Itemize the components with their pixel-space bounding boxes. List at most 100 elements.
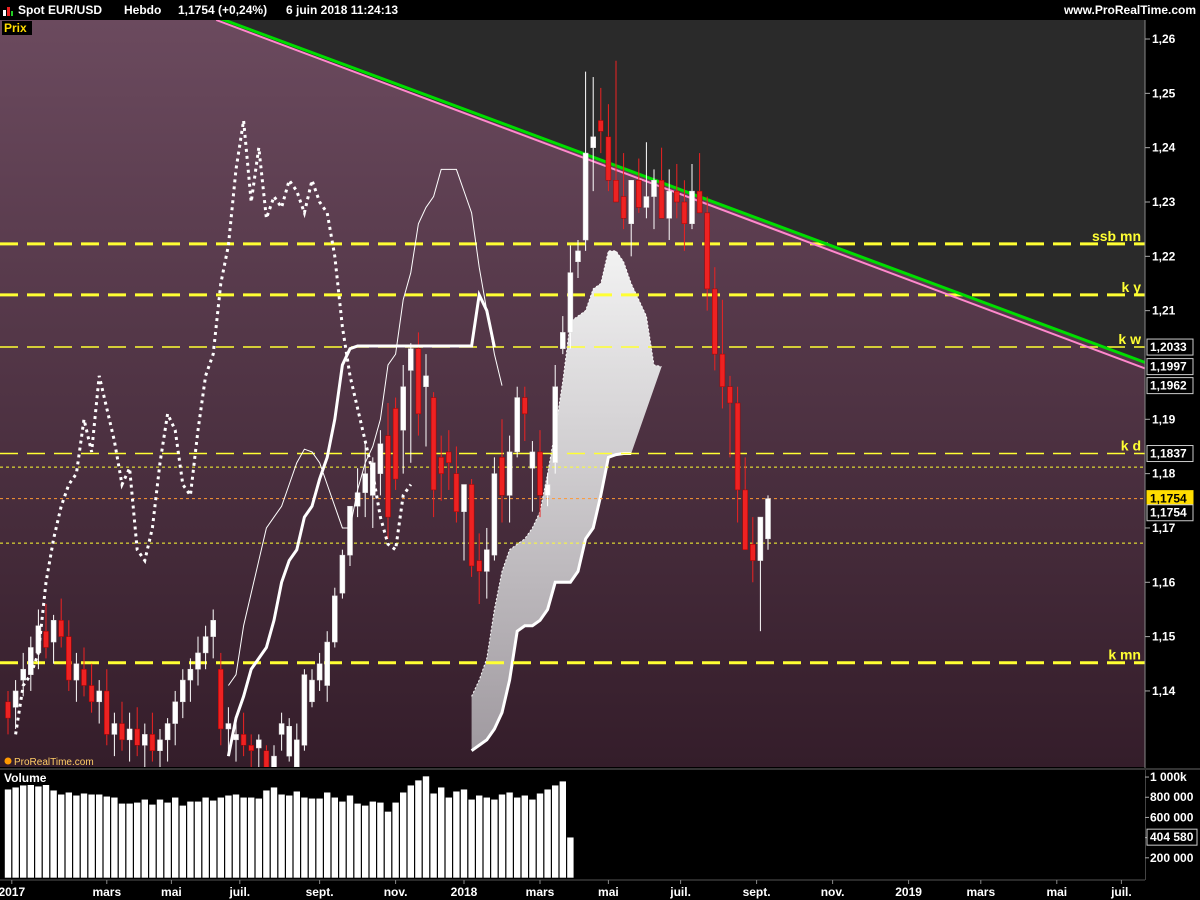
candle-body — [575, 250, 581, 263]
volume-bar — [224, 794, 233, 879]
candle-body — [172, 701, 178, 724]
candle-body — [240, 734, 247, 746]
volume-bar — [475, 794, 484, 879]
candle-body — [446, 451, 452, 464]
x-tick-label: mai — [161, 885, 182, 899]
volume-bar — [543, 788, 552, 879]
volume-bar — [566, 836, 575, 879]
volume-bar — [505, 791, 514, 879]
candle-body — [765, 498, 771, 540]
price-badge-label: 1,1997 — [1150, 360, 1187, 374]
candle-body — [256, 739, 262, 749]
candle-body — [582, 152, 589, 241]
candle-body — [651, 180, 657, 197]
candle-body — [696, 190, 703, 214]
x-tick-label: sept. — [306, 885, 334, 899]
volume-tick-label: 800 000 — [1150, 790, 1194, 804]
candle-body — [476, 560, 482, 572]
y-tick-label: 1,16 — [1152, 575, 1176, 589]
x-tick-label: mars — [966, 885, 995, 899]
price-badge-label: 1,1754 — [1150, 492, 1187, 506]
candle-body — [544, 484, 551, 496]
volume-bar — [285, 794, 294, 879]
volume-bar — [482, 796, 491, 879]
level-label: k y — [1122, 279, 1142, 295]
x-tick-label: 2017 — [0, 885, 25, 899]
panel-separator — [0, 768, 1200, 770]
level-label: k d — [1121, 438, 1141, 454]
candle-body — [605, 136, 612, 181]
volume-bar — [300, 796, 309, 879]
watermark: ProRealTime.com — [4, 757, 94, 768]
candle-body — [484, 549, 490, 572]
candle-body — [666, 190, 672, 219]
volume-bar — [368, 800, 377, 879]
volume-bar — [437, 786, 446, 879]
volume-bar — [133, 801, 141, 879]
chart-area[interactable]: ssb mn k y k w k d k mn Prix ProRealTime.com… — [0, 0, 1200, 900]
candle-body — [712, 288, 718, 355]
y-tick-label: 1,25 — [1152, 86, 1176, 100]
candle-body — [142, 734, 148, 746]
candle-body — [278, 723, 285, 735]
candle-body — [187, 668, 194, 681]
candle-body — [81, 668, 87, 686]
volume-bar — [57, 793, 66, 879]
volume-bar — [179, 805, 187, 879]
candle-body — [742, 489, 748, 550]
candle-body — [316, 663, 323, 681]
x-tick-label: juil. — [1110, 885, 1132, 899]
volume-bar — [414, 779, 423, 879]
volume-bar — [42, 783, 50, 879]
candle-body — [620, 196, 627, 219]
candle-body — [400, 386, 406, 431]
candle-body — [727, 386, 733, 404]
x-tick-label: mars — [92, 885, 121, 899]
candle-body — [719, 353, 726, 387]
candle-body — [218, 668, 224, 730]
volume-bar — [292, 790, 301, 879]
volume-bar — [308, 797, 316, 879]
volume-bar — [330, 796, 339, 879]
candle-body — [750, 544, 756, 561]
volume-bar — [11, 786, 20, 879]
volume-bar — [26, 782, 35, 879]
candle-body — [408, 348, 414, 371]
x-tick-label: sept. — [743, 885, 771, 899]
x-tick-label: 2018 — [451, 885, 478, 899]
candle-body — [560, 332, 566, 349]
volume-bar — [72, 794, 81, 879]
volume-bar — [460, 788, 468, 879]
y-tick-label: 1,22 — [1152, 249, 1176, 263]
x-tick-label: mai — [598, 885, 619, 899]
volume-bar — [490, 798, 499, 879]
candle-body — [674, 190, 680, 203]
candle-body — [309, 679, 315, 703]
y-tick-label: 1,26 — [1152, 32, 1176, 46]
volume-bar — [163, 801, 172, 879]
volume-bar — [338, 800, 347, 879]
candle-body — [12, 690, 19, 708]
candle-body — [301, 674, 308, 746]
candle-body — [332, 595, 338, 643]
candle-body — [636, 180, 642, 208]
volume-bar — [353, 802, 362, 879]
candle-body — [96, 690, 102, 703]
volume-bar — [558, 780, 567, 879]
candle-body — [195, 652, 201, 670]
volume-tick-label: 600 000 — [1150, 810, 1194, 824]
candle-body — [567, 272, 574, 333]
volume-bar — [239, 796, 248, 879]
volume-bar — [376, 801, 385, 879]
candle-body — [248, 745, 254, 751]
volume-bar — [323, 791, 332, 879]
candle-body — [628, 180, 634, 224]
level-label: ssb mn — [1092, 228, 1141, 244]
volume-bar — [19, 784, 28, 879]
candle-body — [415, 348, 422, 415]
candle-body — [499, 457, 505, 496]
candle-body — [347, 505, 353, 556]
x-tick-label: nov. — [821, 885, 845, 899]
level-label: k mn — [1108, 647, 1141, 663]
candle-body — [88, 685, 95, 703]
